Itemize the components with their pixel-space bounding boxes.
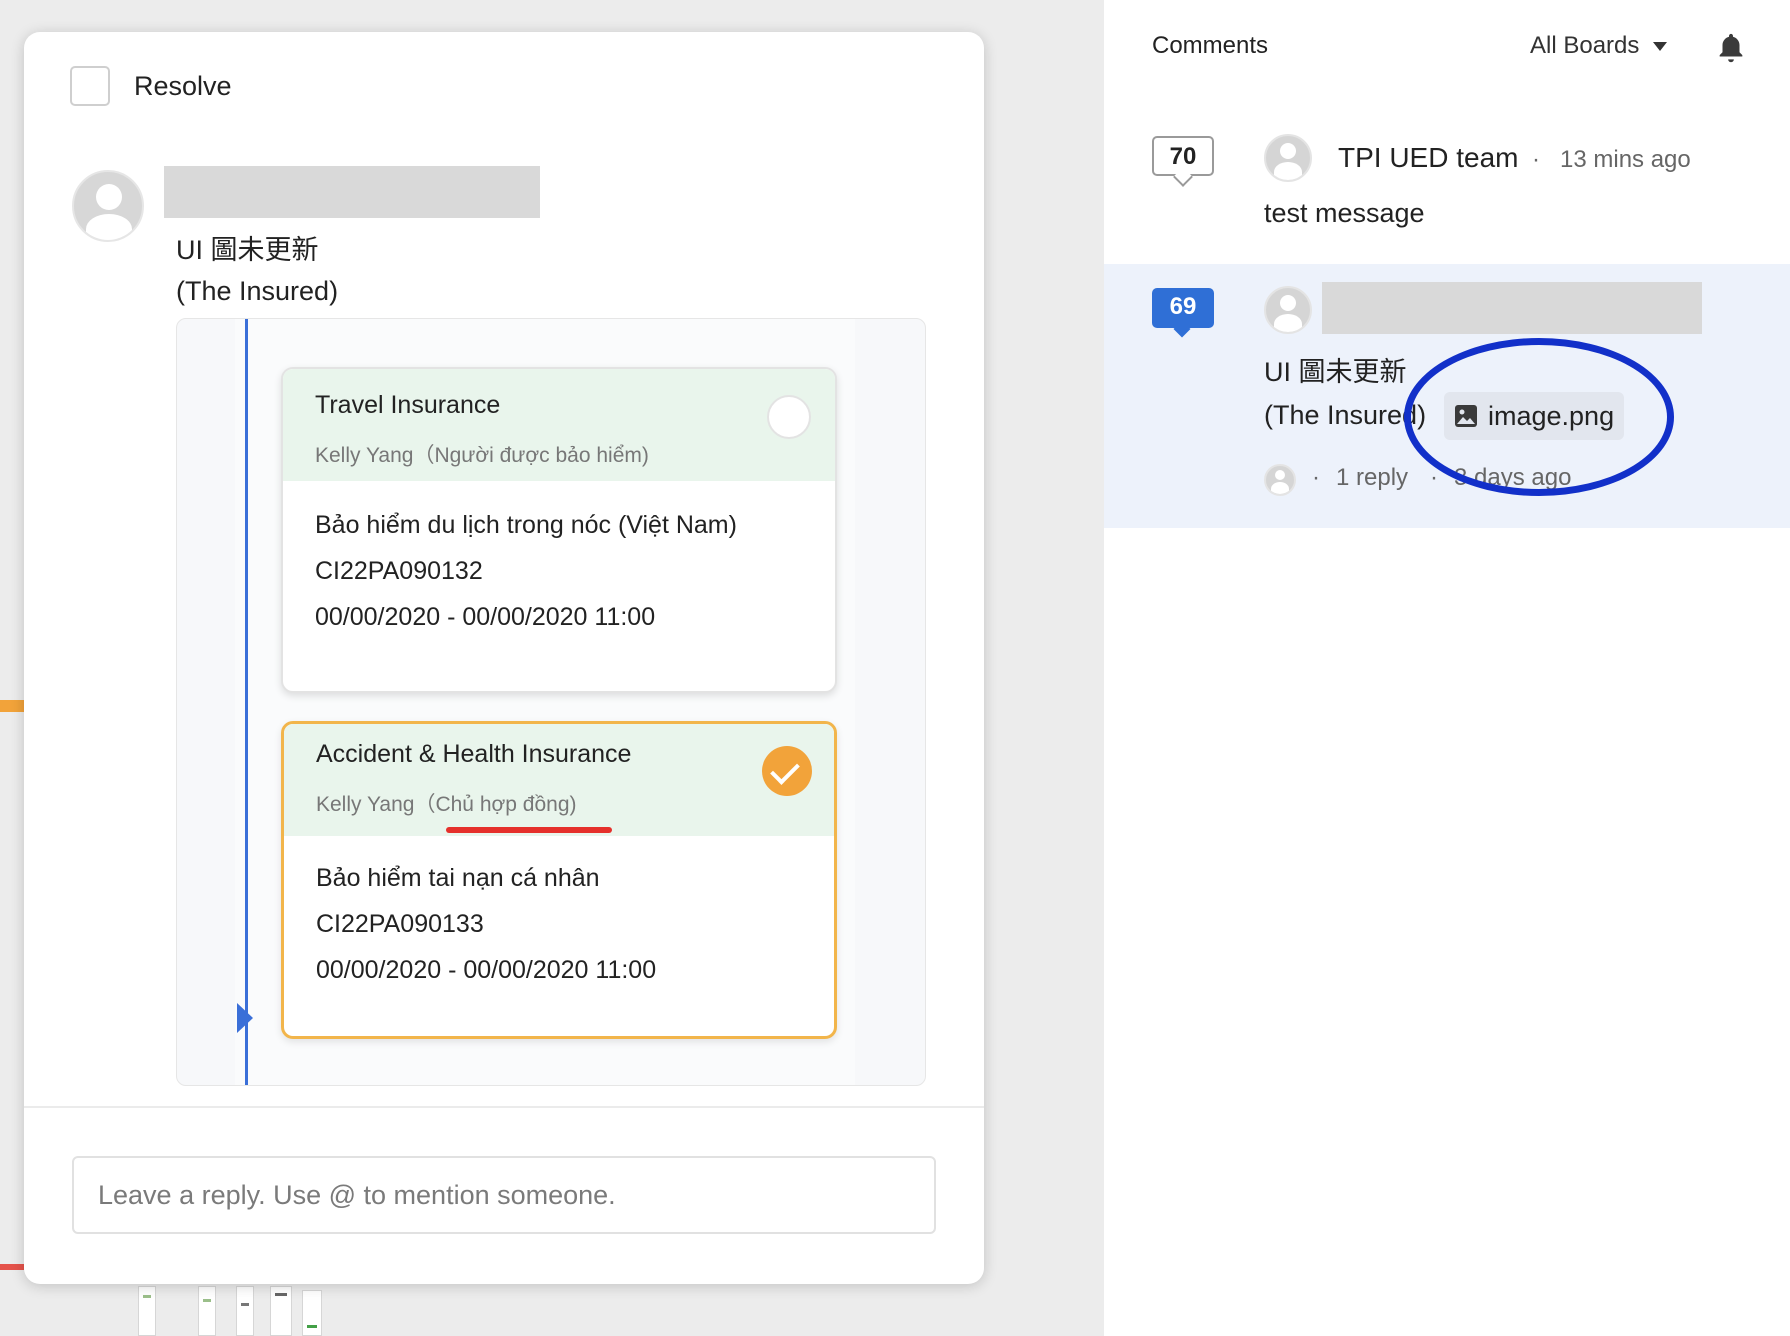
canvas-fragment xyxy=(0,700,24,712)
timeline-line xyxy=(245,319,248,1085)
avatar-body-shape xyxy=(1274,314,1302,332)
comment-text: UI 圖未更新 xyxy=(1264,357,1407,387)
card-period: 00/00/2020 - 00/00/2020 11:00 xyxy=(315,603,656,631)
card-holder: Kelly Yang（Người được bảo hiểm) xyxy=(315,444,649,467)
policy-card-accident: Accident & Health Insurance Kelly Yang（C… xyxy=(281,721,837,1039)
avatar-body-shape xyxy=(1271,482,1289,494)
card-period: 00/00/2020 - 00/00/2020 11:00 xyxy=(316,956,657,984)
board-filter-label: All Boards xyxy=(1530,32,1640,59)
bell-icon[interactable] xyxy=(1714,30,1748,66)
annotation-underline xyxy=(446,827,612,833)
reply-count[interactable]: 1 reply xyxy=(1336,464,1408,492)
comment-text: test message xyxy=(1264,198,1425,228)
separator-dot: · xyxy=(1312,464,1320,491)
avatar xyxy=(72,170,144,242)
divider xyxy=(24,1106,984,1108)
board-filter-dropdown[interactable]: All Boards xyxy=(1530,32,1668,60)
reply-avatar xyxy=(1264,464,1296,496)
separator-dot: · xyxy=(1532,146,1540,173)
avatar-body-shape xyxy=(86,214,132,240)
comment-text: (The Insured) xyxy=(1264,400,1427,430)
avatar-head-shape xyxy=(1275,470,1285,480)
redacted-author-name xyxy=(164,166,540,218)
comment-text: UI 圖未更新 xyxy=(176,235,319,265)
avatar xyxy=(1264,286,1312,334)
card-policy-number: CI22PA090132 xyxy=(315,557,483,585)
comment-text: (The Insured) xyxy=(176,276,339,306)
resolve-checkbox[interactable] xyxy=(70,66,110,106)
redacted-author-name xyxy=(1322,282,1702,334)
comment-number-badge: 69 xyxy=(1152,288,1214,328)
canvas-thumbnail[interactable] xyxy=(198,1286,216,1336)
canvas-thumbnail[interactable] xyxy=(138,1286,156,1336)
avatar-body-shape xyxy=(1274,162,1302,180)
comment-time: 13 mins ago xyxy=(1560,146,1691,173)
chevron-down-icon xyxy=(1653,41,1668,51)
canvas-thumbnail[interactable] xyxy=(270,1286,292,1336)
card-title: Travel Insurance xyxy=(315,391,501,419)
policy-card-travel: Travel Insurance Kelly Yang（Người được b… xyxy=(281,367,837,693)
comment-author: TPI UED team xyxy=(1338,142,1519,173)
resolve-label: Resolve xyxy=(134,70,232,101)
avatar-head-shape xyxy=(1280,143,1296,159)
canvas-fragment xyxy=(0,1264,24,1270)
canvas-thumbnail[interactable] xyxy=(302,1290,322,1336)
avatar-head-shape xyxy=(96,184,122,210)
card-holder: Kelly Yang（Chủ hợp đồng) xyxy=(316,793,577,816)
resolve-toggle[interactable]: Resolve xyxy=(70,66,232,106)
avatar xyxy=(1264,134,1312,182)
comment-item-70[interactable]: 70 TPI UED team · 13 mins ago test messa… xyxy=(1104,100,1790,264)
card-policy-number: CI22PA090133 xyxy=(316,910,484,938)
comments-sidebar: Comments All Boards 70 TPI UED team · 13… xyxy=(1104,0,1790,1336)
radio-unselected-icon xyxy=(767,395,811,439)
highlight-annotation-circle xyxy=(1404,338,1674,496)
avatar-head-shape xyxy=(1280,295,1296,311)
card-header: Travel Insurance Kelly Yang（Người được b… xyxy=(283,369,835,481)
card-title: Accident & Health Insurance xyxy=(316,740,632,768)
card-product: Bảo hiểm du lịch trong nóc (Việt Nam) xyxy=(315,511,737,539)
comment-thread-panel: Resolve UI 圖未更新 (The Insured) Travel Ins… xyxy=(24,32,984,1284)
check-selected-icon xyxy=(762,746,812,796)
canvas-thumbnail[interactable] xyxy=(236,1286,254,1336)
card-header: Accident & Health Insurance Kelly Yang（C… xyxy=(284,724,834,836)
timeline-arrow-icon xyxy=(237,1003,253,1033)
sidebar-title: Comments xyxy=(1152,32,1269,59)
reply-input[interactable] xyxy=(72,1156,936,1234)
comment-number-badge: 70 xyxy=(1152,136,1214,176)
attached-screenshot[interactable]: Travel Insurance Kelly Yang（Người được b… xyxy=(176,318,926,1086)
card-product: Bảo hiểm tai nạn cá nhân xyxy=(316,864,600,892)
